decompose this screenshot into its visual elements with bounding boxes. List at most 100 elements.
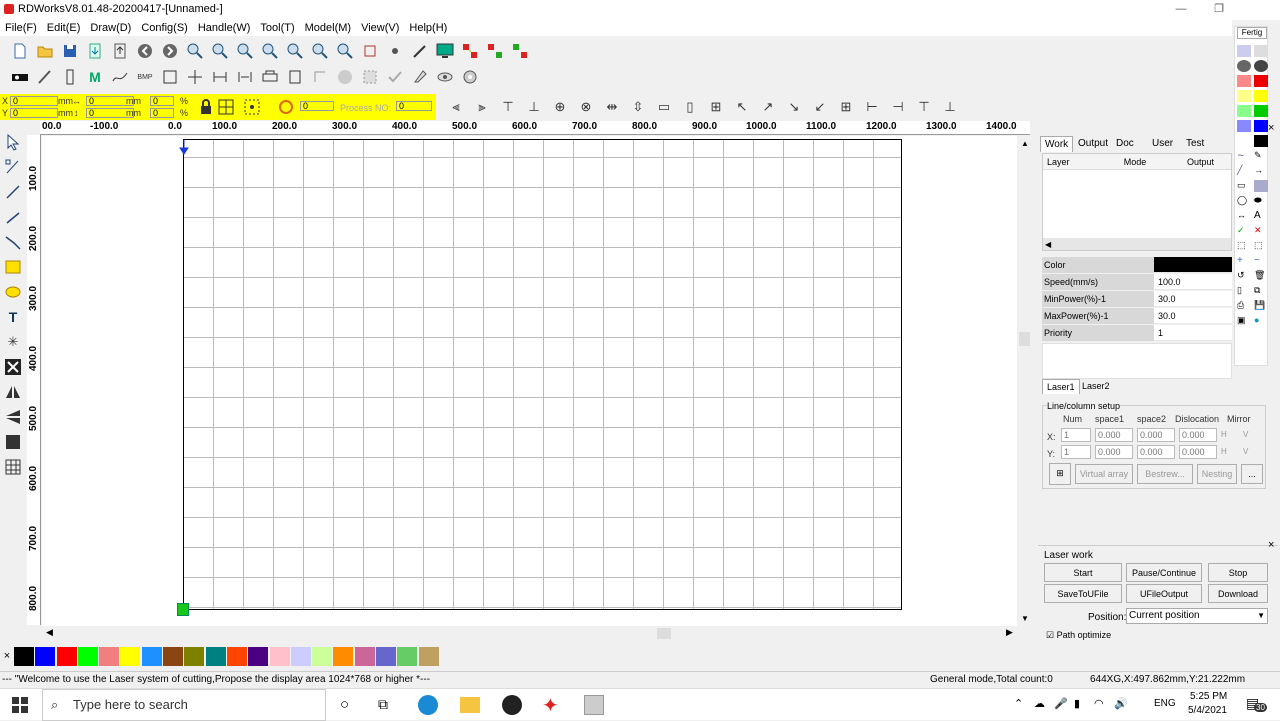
menu-file[interactable]: File(F) bbox=[0, 20, 42, 36]
x-mirror-v[interactable]: V bbox=[1243, 430, 1248, 439]
x-mirror-h[interactable]: H bbox=[1221, 430, 1227, 439]
palette-swatch[interactable] bbox=[35, 646, 56, 666]
lock-icon[interactable] bbox=[196, 97, 216, 117]
color-red-light-icon[interactable] bbox=[1237, 75, 1251, 87]
palette-swatch[interactable] bbox=[248, 646, 269, 666]
tool-pencil-icon[interactable]: ✎ bbox=[1254, 150, 1268, 162]
palette-swatch[interactable] bbox=[14, 646, 34, 666]
taskbar-search[interactable]: ⌕ Type here to search bbox=[42, 689, 326, 721]
tool-fill-rect-icon[interactable] bbox=[1254, 180, 1268, 192]
tool-dot-icon[interactable] bbox=[1254, 45, 1268, 57]
work-area-grid[interactable] bbox=[183, 139, 902, 610]
eraser-icon[interactable] bbox=[410, 67, 430, 87]
tool-minus-icon[interactable]: − bbox=[1254, 255, 1268, 267]
fertig-button[interactable]: Fertig bbox=[1237, 27, 1267, 39]
same-size-icon[interactable]: ⊞ bbox=[706, 97, 726, 117]
group-icon[interactable] bbox=[185, 67, 205, 87]
scroll-up-icon[interactable]: ▲ bbox=[1021, 139, 1029, 148]
color-black-icon[interactable] bbox=[1254, 135, 1268, 147]
start-button[interactable]: Start bbox=[1044, 563, 1122, 582]
scale-x-input[interactable]: 0 bbox=[150, 96, 174, 106]
prop-maxpower-row[interactable]: MaxPower(%)-1 30.0 bbox=[1042, 308, 1232, 324]
eye-icon[interactable] bbox=[435, 67, 455, 87]
y-num-input[interactable]: 1 bbox=[1061, 445, 1091, 459]
dot-icon[interactable]: ✳ bbox=[3, 332, 23, 352]
corner-tr-icon[interactable]: ↗ bbox=[758, 97, 778, 117]
frame-icon[interactable] bbox=[360, 41, 380, 61]
zoom-page-icon[interactable] bbox=[285, 41, 305, 61]
node-edit-icon[interactable] bbox=[3, 157, 23, 177]
menu-edit[interactable]: Edit(E) bbox=[42, 20, 86, 36]
zoom-in-icon[interactable] bbox=[185, 41, 205, 61]
y-space1-input[interactable]: 0.000 bbox=[1095, 445, 1133, 459]
tab-output[interactable]: Output bbox=[1074, 136, 1112, 151]
y-dislocation-input[interactable]: 0.000 bbox=[1179, 445, 1217, 459]
tool-image-icon[interactable]: ▣ bbox=[1237, 315, 1251, 327]
same-width-icon[interactable]: ▭ bbox=[654, 97, 674, 117]
y-input[interactable]: 0 bbox=[10, 108, 58, 118]
color-swatch[interactable] bbox=[1154, 257, 1232, 273]
tool-fill-circle-icon[interactable] bbox=[1254, 60, 1268, 72]
m-mark-icon[interactable]: M bbox=[85, 67, 105, 87]
menu-model[interactable]: Model(M) bbox=[300, 20, 356, 36]
bmp-icon[interactable]: BMP bbox=[135, 67, 155, 87]
tab-doc[interactable]: Doc bbox=[1112, 136, 1138, 151]
volume-icon[interactable]: 🔊 bbox=[1114, 697, 1128, 710]
dist-top-icon[interactable]: ⊤ bbox=[914, 97, 934, 117]
prop-minpower-row[interactable]: MinPower(%)-1 30.0 bbox=[1042, 291, 1232, 307]
tool-line-icon[interactable]: ╱ bbox=[1237, 165, 1251, 177]
drawing-canvas[interactable] bbox=[42, 136, 1017, 626]
distribute-v-icon[interactable]: ⇳ bbox=[628, 97, 648, 117]
distribute-h-icon[interactable]: ⇹ bbox=[602, 97, 622, 117]
stop-button[interactable]: Stop bbox=[1208, 563, 1268, 582]
same-height-icon[interactable]: ▯ bbox=[680, 97, 700, 117]
draw-polyline-icon[interactable] bbox=[3, 207, 23, 227]
y-mirror-v[interactable]: V bbox=[1243, 447, 1248, 456]
task-view-icon[interactable]: ⧉ bbox=[378, 696, 388, 713]
palette-swatch[interactable] bbox=[77, 646, 98, 666]
clock-date[interactable]: 5/4/2021 bbox=[1188, 705, 1227, 716]
curve-icon[interactable] bbox=[110, 67, 130, 87]
palette-swatch[interactable] bbox=[205, 646, 226, 666]
node-icon[interactable] bbox=[385, 41, 405, 61]
palette-swatch[interactable] bbox=[184, 646, 205, 666]
mic-icon[interactable]: 🎤 bbox=[1054, 697, 1068, 710]
close-panel-icon[interactable]: × bbox=[1268, 539, 1274, 551]
page-icon[interactable] bbox=[285, 67, 305, 87]
align-icon[interactable] bbox=[210, 67, 230, 87]
mirror-v-icon[interactable] bbox=[3, 407, 23, 427]
palette-swatch[interactable] bbox=[418, 646, 439, 666]
zoom-data-icon[interactable] bbox=[335, 41, 355, 61]
color-yellow-light-icon[interactable] bbox=[1237, 90, 1251, 102]
settings-icon[interactable] bbox=[460, 67, 480, 87]
tool-copy-icon[interactable]: ⧉ bbox=[1254, 285, 1268, 297]
save-to-ufile-button[interactable]: SaveToUFile bbox=[1044, 584, 1122, 603]
open-folder-icon[interactable] bbox=[35, 41, 55, 61]
scale-y-input[interactable]: 0 bbox=[150, 108, 174, 118]
color-yellow-icon[interactable] bbox=[1254, 90, 1268, 102]
tool-page-icon[interactable]: ▯ bbox=[1237, 285, 1251, 297]
pause-continue-button[interactable]: Pause/Continue bbox=[1126, 563, 1202, 582]
zoom-fit-icon[interactable] bbox=[260, 41, 280, 61]
align-right-icon[interactable]: ⫸ bbox=[472, 97, 492, 117]
menu-view[interactable]: View(V) bbox=[356, 20, 404, 36]
tool-plus-icon[interactable]: + bbox=[1237, 255, 1251, 267]
corner-icon[interactable] bbox=[310, 67, 330, 87]
export-icon[interactable] bbox=[110, 41, 130, 61]
ruler-icon[interactable] bbox=[60, 67, 80, 87]
language-indicator[interactable]: ENG bbox=[1154, 698, 1176, 709]
tool-double-arrow-icon[interactable]: ↔ bbox=[1237, 210, 1251, 222]
tool-select-icon[interactable] bbox=[1237, 45, 1251, 57]
palette-swatch[interactable] bbox=[120, 646, 141, 666]
process-no-input[interactable]: 0 bbox=[396, 101, 432, 111]
tab-laser1[interactable]: Laser1 bbox=[1042, 379, 1080, 394]
menu-config[interactable]: Config(S) bbox=[136, 20, 192, 36]
tool-circle-icon[interactable] bbox=[1237, 60, 1251, 72]
palette-swatch[interactable] bbox=[354, 646, 375, 666]
maximize-button[interactable]: ❐ bbox=[1212, 2, 1226, 16]
monitor-icon[interactable] bbox=[435, 41, 455, 61]
center-icon[interactable] bbox=[242, 97, 262, 117]
select-box-icon[interactable] bbox=[360, 67, 380, 87]
text-icon[interactable]: T bbox=[3, 307, 23, 327]
save-icon[interactable] bbox=[60, 41, 80, 61]
